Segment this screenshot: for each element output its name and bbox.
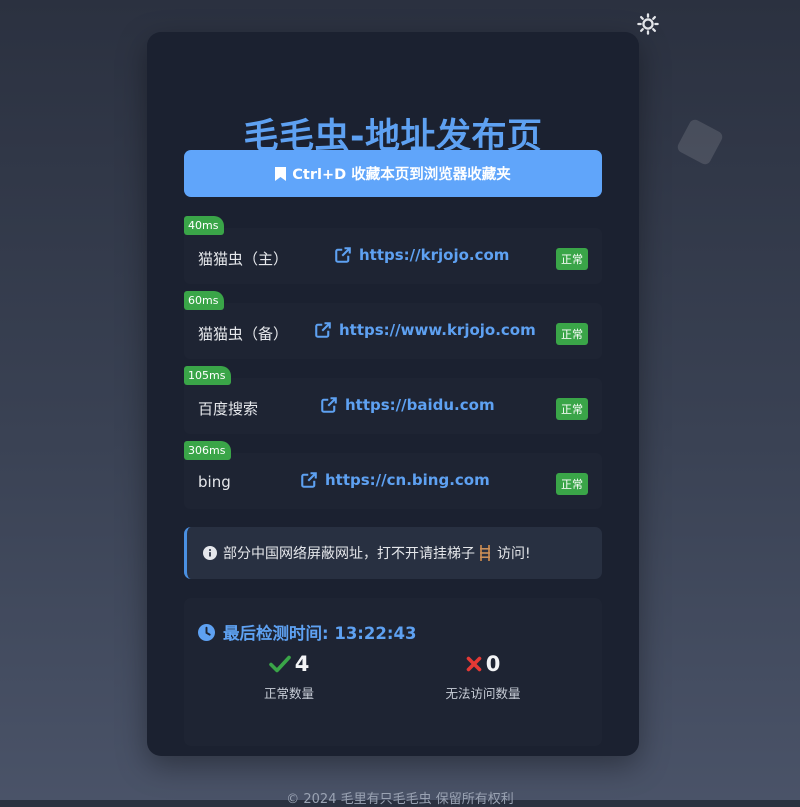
ladder-icon: [480, 545, 490, 561]
link-row-4: 306ms bing https://cn.bing.com 正常: [184, 441, 602, 509]
latency-badge: 105ms: [184, 366, 232, 385]
sun-icon: [637, 13, 659, 35]
status-badge: 正常: [556, 248, 588, 270]
ok-stat: 4 正常数量: [214, 652, 364, 702]
link-url[interactable]: https://baidu.com: [320, 396, 495, 414]
external-link-icon: [315, 322, 331, 338]
check-time: 最后检测时间: 13:22:43: [198, 620, 416, 644]
latency-badge: 40ms: [184, 216, 225, 235]
bookmark-icon: [275, 166, 287, 181]
latency-badge: 306ms: [184, 441, 232, 460]
status-badge: 正常: [556, 398, 588, 420]
external-link-icon: [301, 472, 317, 488]
info-icon: [203, 546, 217, 560]
link-url[interactable]: https://www.krjojo.com: [314, 321, 536, 339]
theme-toggle-button[interactable]: [636, 12, 660, 36]
main-card: 毛毛虫-地址发布页 Ctrl+D 收藏本页到浏览器收藏夹 40ms 猫猫虫（主）…: [147, 32, 639, 756]
bookmark-label: Ctrl+D 收藏本页到浏览器收藏夹: [292, 167, 511, 183]
link-row-2: 60ms 猫猫虫（备） https://www.krjojo.com 正常: [184, 291, 602, 359]
ok-label: 正常数量: [263, 686, 314, 701]
external-link-icon: [335, 247, 351, 263]
link-row-1: 40ms 猫猫虫（主） https://krjojo.com 正常: [184, 216, 602, 284]
fail-count: 0: [485, 652, 501, 676]
link-name: 猫猫虫（主）: [198, 250, 289, 268]
decorative-shape: [675, 117, 725, 167]
ok-count: 4: [294, 652, 310, 676]
external-link-icon: [321, 397, 337, 413]
link-url[interactable]: https://cn.bing.com: [300, 471, 490, 489]
stats-panel: 最后检测时间: 13:22:43 4 正常数量 0 无法访问数量: [184, 598, 602, 746]
link-row-3: 105ms 百度搜索 https://baidu.com 正常: [184, 366, 602, 434]
status-badge: 正常: [556, 323, 588, 345]
link-name: 百度搜索: [198, 400, 259, 418]
x-icon: [466, 656, 481, 672]
fail-stat: 0 无法访问数量: [408, 652, 558, 702]
link-name: 猫猫虫（备）: [198, 325, 289, 343]
notice-text: 部分中国网络屏蔽网址，打不开请挂梯子: [223, 546, 475, 562]
fail-label: 无法访问数量: [445, 686, 521, 701]
clock-icon: [198, 623, 215, 641]
link-name: bing: [198, 473, 231, 491]
bookmark-button[interactable]: Ctrl+D 收藏本页到浏览器收藏夹: [184, 150, 602, 197]
footer-copyright: © 2024 毛里有只毛毛虫 保留所有权利: [286, 792, 514, 807]
link-url[interactable]: https://krjojo.com: [334, 246, 509, 264]
notice-box: 部分中国网络屏蔽网址，打不开请挂梯子 访问!: [184, 527, 602, 579]
check-icon: [268, 655, 291, 673]
latency-badge: 60ms: [184, 291, 225, 310]
notice-text-end: 访问!: [497, 546, 531, 562]
status-badge: 正常: [556, 473, 588, 495]
